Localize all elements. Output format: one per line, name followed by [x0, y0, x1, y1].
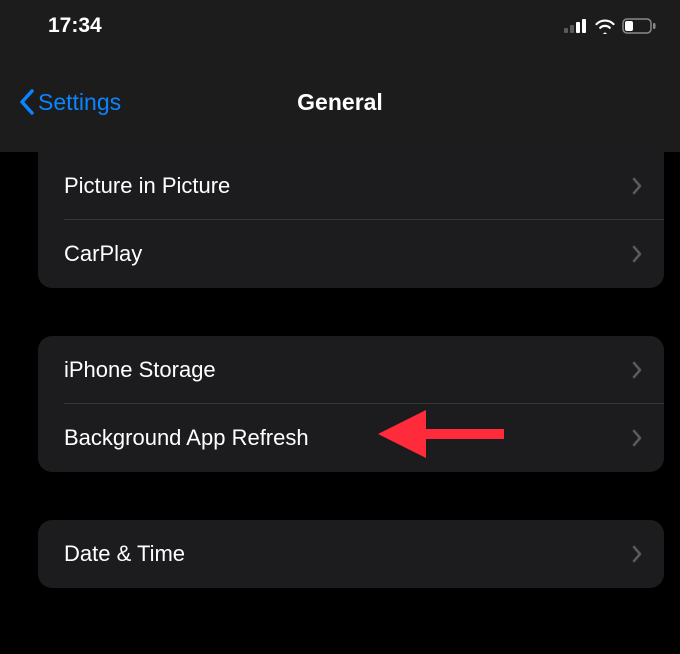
- status-bar: 17:34: [0, 0, 680, 52]
- chevron-right-icon: [632, 545, 642, 563]
- back-button[interactable]: Settings: [18, 88, 121, 116]
- status-icons: [564, 18, 656, 34]
- row-label: Background App Refresh: [64, 425, 309, 451]
- cellular-icon: [564, 19, 588, 33]
- settings-content: Picture in Picture CarPlay iPhone Storag…: [0, 152, 680, 588]
- battery-icon: [622, 18, 656, 34]
- row-picture-in-picture[interactable]: Picture in Picture: [38, 152, 664, 220]
- page-title: General: [297, 89, 383, 116]
- back-label: Settings: [38, 89, 121, 116]
- settings-group: Picture in Picture CarPlay: [38, 152, 664, 288]
- settings-group: iPhone Storage Background App Refresh: [38, 336, 664, 472]
- wifi-icon: [594, 18, 616, 34]
- row-date-time[interactable]: Date & Time: [38, 520, 664, 588]
- settings-group: Date & Time: [38, 520, 664, 588]
- nav-bar: Settings General: [0, 52, 680, 152]
- row-background-app-refresh[interactable]: Background App Refresh: [38, 404, 664, 472]
- status-time: 17:34: [48, 14, 102, 38]
- chevron-left-icon: [18, 88, 36, 116]
- row-label: CarPlay: [64, 241, 142, 267]
- chevron-right-icon: [632, 429, 642, 447]
- row-label: Date & Time: [64, 541, 185, 567]
- chevron-right-icon: [632, 245, 642, 263]
- chevron-right-icon: [632, 361, 642, 379]
- row-iphone-storage[interactable]: iPhone Storage: [38, 336, 664, 404]
- chevron-right-icon: [632, 177, 642, 195]
- row-label: iPhone Storage: [64, 357, 216, 383]
- row-label: Picture in Picture: [64, 173, 230, 199]
- row-carplay[interactable]: CarPlay: [38, 220, 664, 288]
